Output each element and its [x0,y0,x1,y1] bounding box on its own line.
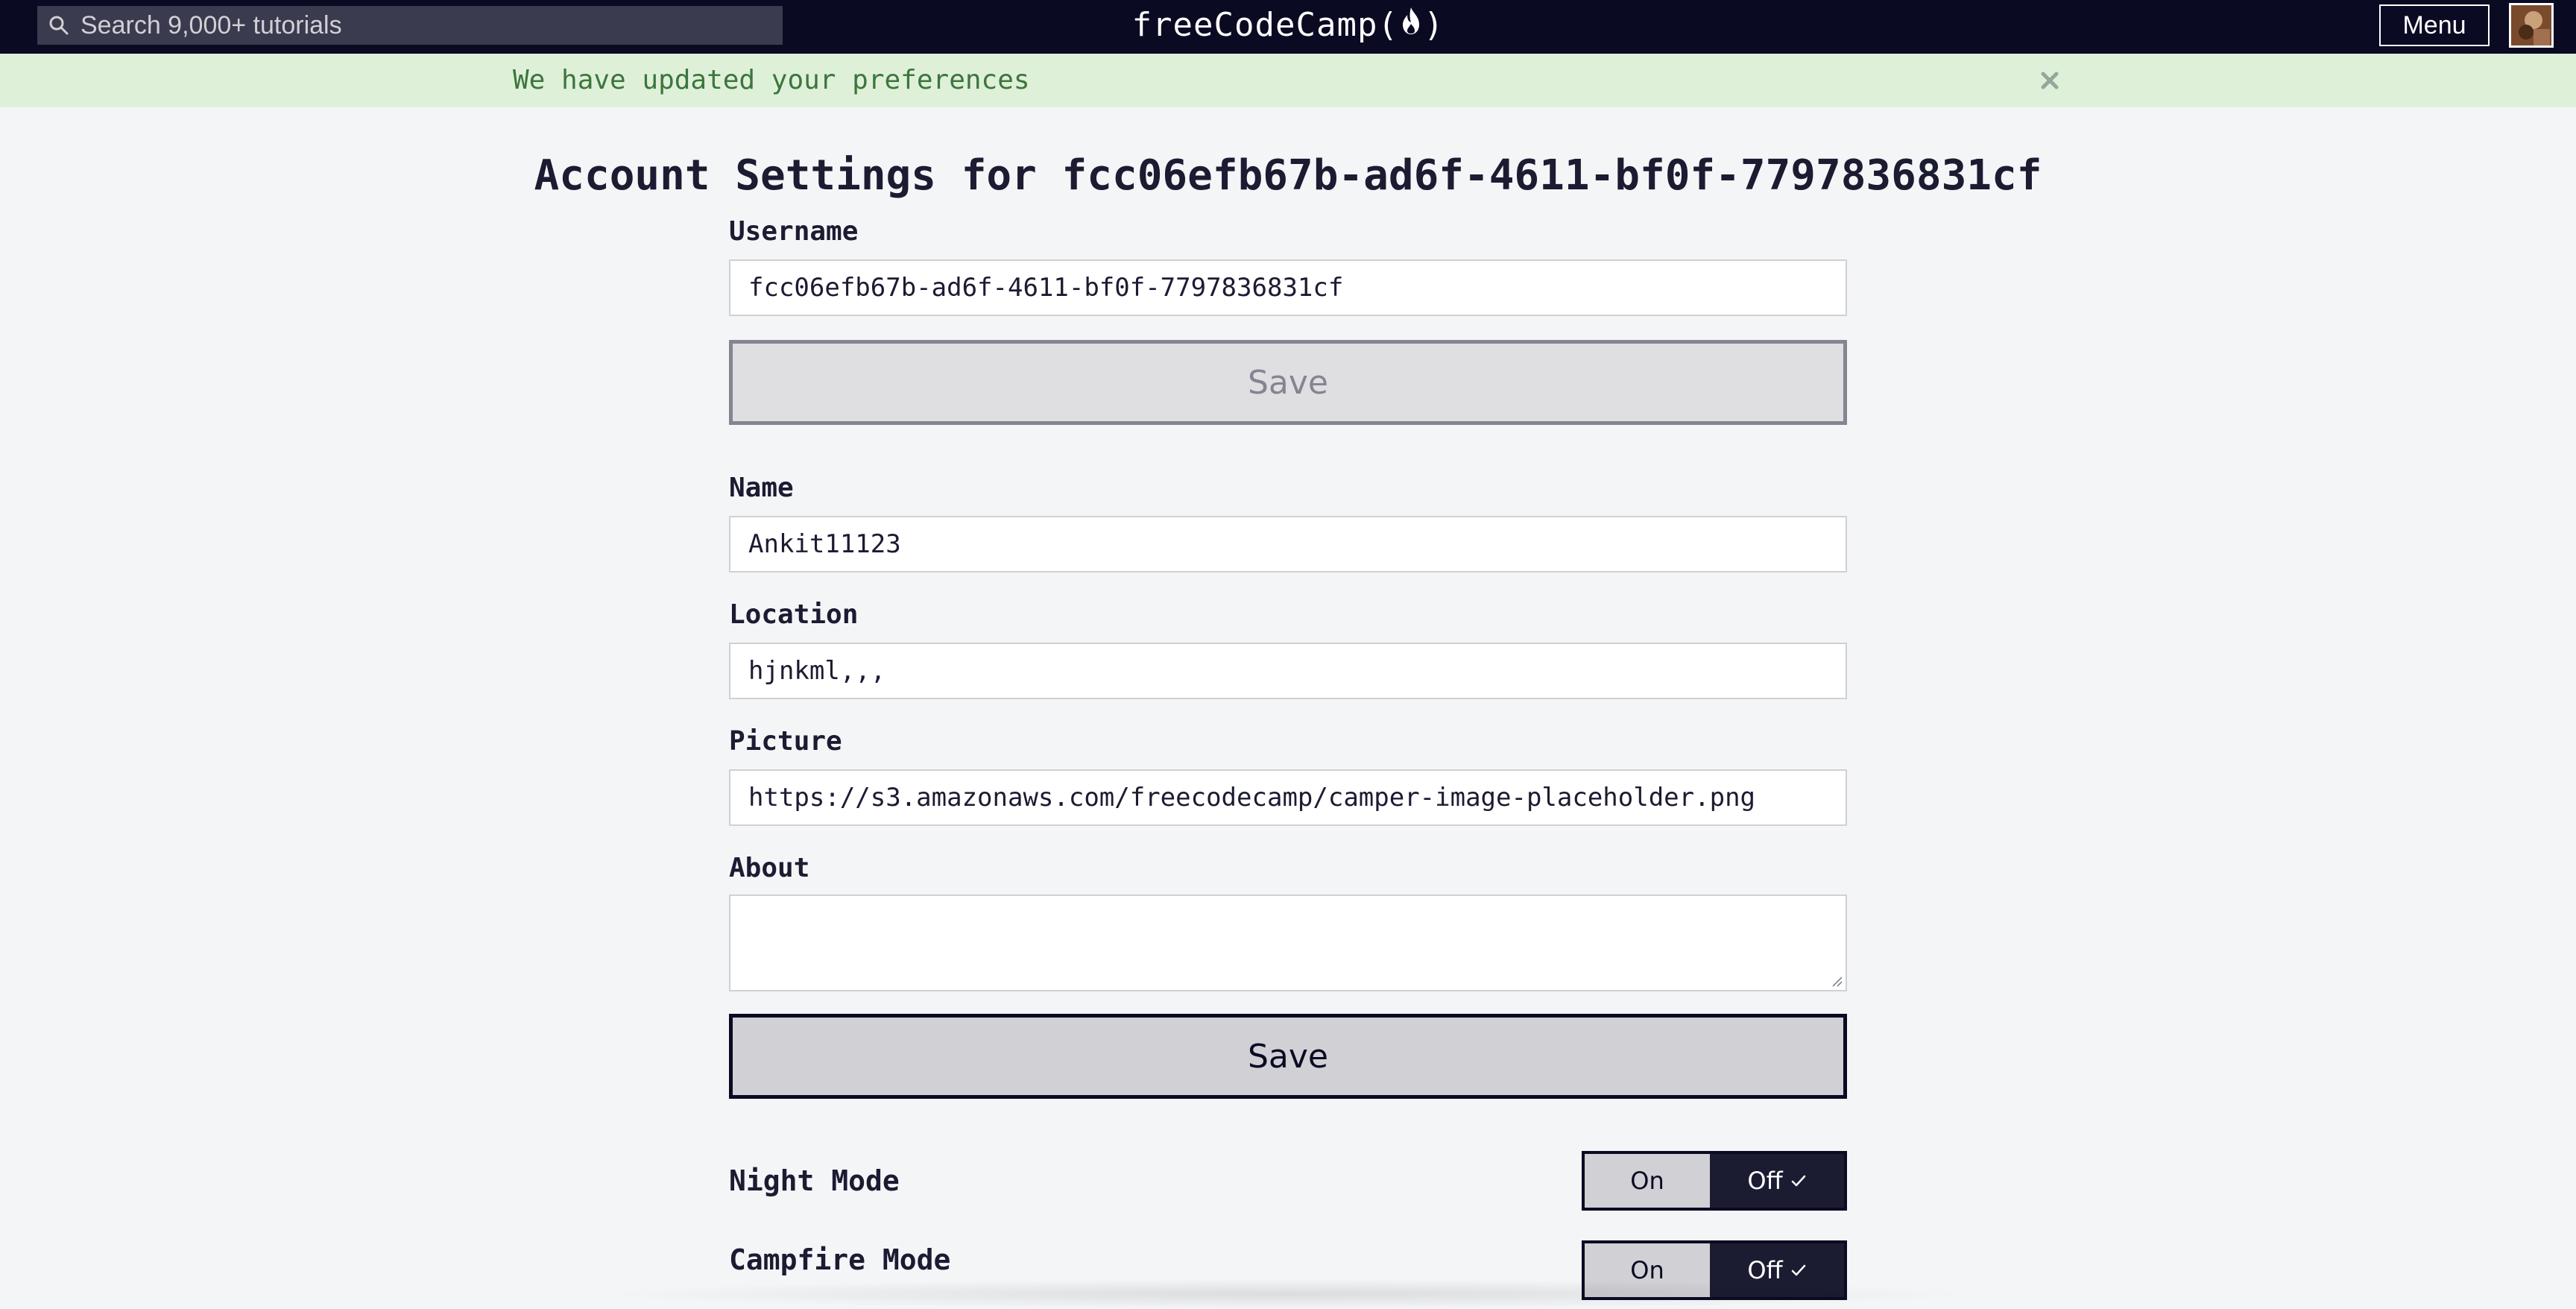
campfire-mode-off-button[interactable]: Off [1710,1243,1844,1297]
about-textarea[interactable] [729,895,1847,991]
night-mode-on-button[interactable]: On [1585,1154,1710,1208]
check-icon [1790,1262,1807,1278]
night-mode-toggle: On Off [1582,1151,1847,1211]
name-input[interactable]: Ankit11123 [729,516,1847,573]
campfire-mode-off-label: Off [1747,1256,1783,1284]
location-input[interactable]: hjnkml,,, [729,643,1847,699]
logo-text-right: ) [1423,6,1445,44]
flame-icon [1400,1,1422,49]
check-icon [1790,1173,1807,1189]
username-label: Username [729,216,859,247]
name-label: Name [729,473,794,503]
location-label: Location [729,599,859,630]
username-input[interactable]: fcc06efb67b-ad6f-4611-bf0f-7797836831cf [729,259,1847,316]
campfire-mode-label: Campfire Mode [729,1243,951,1276]
username-save-button[interactable]: Save [729,340,1847,425]
campfire-mode-on-button[interactable]: On [1585,1243,1710,1297]
resize-handle-icon[interactable] [1831,975,1843,987]
top-navbar: Search 9,000+ tutorials freeCodeCamp( ) … [0,0,2576,54]
logo-text-left: freeCodeCamp( [1131,6,1398,44]
night-mode-off-button[interactable]: Off [1710,1154,1844,1208]
menu-button[interactable]: Menu [2379,4,2490,46]
close-icon[interactable] [2038,69,2062,92]
picture-input[interactable]: https://s3.amazonaws.com/freecodecamp/ca… [729,769,1847,826]
picture-label: Picture [729,726,842,757]
about-save-button[interactable]: Save [729,1014,1847,1099]
page-title: Account Settings for fcc06efb67b-ad6f-46… [534,151,2042,200]
campfire-mode-toggle: On Off [1582,1240,1847,1300]
flash-message-text: We have updated your preferences [513,65,1030,95]
freecodecamp-logo[interactable]: freeCodeCamp( ) [0,1,2576,49]
user-avatar[interactable] [2509,3,2554,48]
night-mode-label: Night Mode [729,1164,900,1197]
about-label: About [729,853,810,883]
flash-message: We have updated your preferences [0,54,2576,107]
night-mode-off-label: Off [1747,1167,1783,1195]
